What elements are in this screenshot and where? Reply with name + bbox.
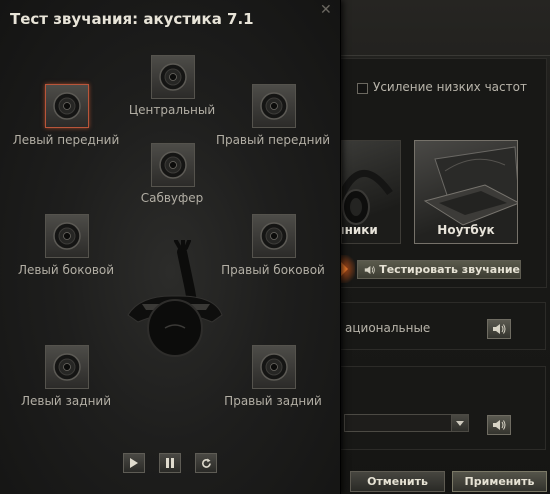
sound-option-row bbox=[340, 366, 546, 450]
sound-preset-dropdown[interactable] bbox=[344, 414, 469, 432]
bass-boost-checkbox[interactable] bbox=[357, 83, 368, 94]
speaker-cone-icon bbox=[260, 222, 288, 250]
speaker-center-label: Центральный bbox=[128, 103, 216, 117]
dialog-title: Тест звучания: акустика 7.1 bbox=[10, 10, 254, 28]
speaker-center[interactable] bbox=[151, 55, 195, 99]
headphones-label: ушники bbox=[342, 223, 378, 237]
speaker-front-right-label: Правый передний bbox=[215, 133, 331, 147]
repeat-icon bbox=[201, 458, 211, 468]
preview-sound-button[interactable] bbox=[487, 319, 511, 339]
speaker-rear-right[interactable] bbox=[252, 345, 296, 389]
laptop-device-card[interactable]: Ноутбук bbox=[414, 140, 518, 244]
sound-option-label: ациональные bbox=[345, 321, 431, 335]
pause-button[interactable] bbox=[159, 453, 181, 473]
speaker-side-left-label: Левый боковой bbox=[17, 263, 115, 277]
speaker-front-right[interactable] bbox=[252, 84, 296, 128]
speaker-icon bbox=[364, 265, 375, 274]
apply-button[interactable]: Применить bbox=[452, 471, 547, 492]
speaker-cone-icon bbox=[260, 92, 288, 120]
speaker-front-left[interactable] bbox=[45, 84, 89, 128]
speaker-cone-icon bbox=[53, 353, 81, 381]
selection-arrow bbox=[341, 255, 355, 283]
play-icon bbox=[130, 458, 138, 468]
speaker-side-right-label: Правый боковой bbox=[221, 263, 325, 277]
speaker-rear-right-label: Правый задний bbox=[224, 394, 322, 408]
speaker-cone-icon bbox=[53, 222, 81, 250]
speaker-subwoofer[interactable] bbox=[151, 143, 195, 187]
cancel-button[interactable]: Отменить bbox=[350, 471, 445, 492]
speaker-front-left-label: Левый передний bbox=[12, 133, 120, 147]
laptop-label: Ноутбук bbox=[437, 223, 495, 237]
play-button[interactable] bbox=[123, 453, 145, 473]
divider bbox=[340, 55, 550, 56]
listener-avatar-icon bbox=[127, 240, 223, 357]
headphones-device-card[interactable]: ушники bbox=[341, 140, 401, 244]
pause-icon bbox=[166, 458, 174, 468]
sound-test-dialog: Тест звучания: акустика 7.1 ✕ Центральны… bbox=[0, 0, 341, 494]
speaker-icon bbox=[493, 420, 506, 430]
chevron-down-icon bbox=[451, 415, 468, 431]
preview-sound-button[interactable] bbox=[487, 415, 511, 435]
speaker-icon bbox=[493, 324, 506, 334]
speaker-cone-icon bbox=[159, 63, 187, 91]
bass-boost-label: Усиление низких частот bbox=[373, 80, 527, 94]
speaker-subwoofer-label: Сабвуфер bbox=[140, 191, 204, 205]
speaker-rear-left[interactable] bbox=[45, 345, 89, 389]
speaker-cone-icon bbox=[159, 151, 187, 179]
close-icon[interactable]: ✕ bbox=[320, 3, 332, 17]
test-sound-button[interactable]: Тестировать звучание bbox=[357, 260, 521, 279]
repeat-button[interactable] bbox=[195, 453, 217, 473]
speaker-side-left[interactable] bbox=[45, 214, 89, 258]
speaker-rear-left-label: Левый задний bbox=[20, 394, 112, 408]
speaker-side-right[interactable] bbox=[252, 214, 296, 258]
speaker-cone-icon bbox=[53, 92, 81, 120]
test-sound-label: Тестировать звучание bbox=[379, 263, 520, 276]
speaker-cone-icon bbox=[260, 353, 288, 381]
